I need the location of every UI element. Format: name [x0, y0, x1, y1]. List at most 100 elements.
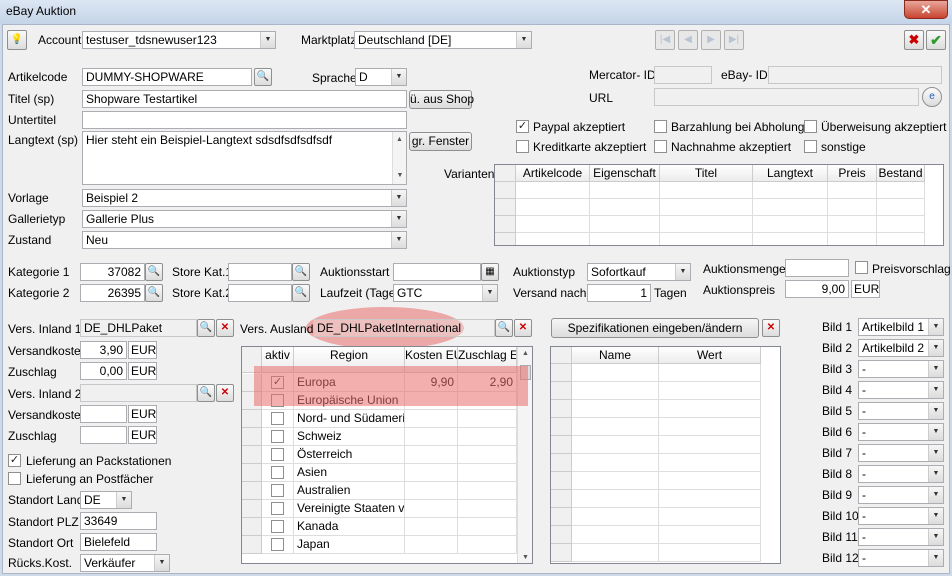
grid-cell[interactable]: [659, 436, 761, 454]
varianten-grid[interactable]: Artikelcode Eigenschaft Titel Langtext Preis…: [494, 164, 944, 246]
image-select[interactable]: - ▼: [858, 465, 944, 483]
row-selector[interactable]: [242, 500, 262, 518]
confirm-icon[interactable]: ✔: [926, 30, 946, 50]
column-header[interactable]: Preis: [828, 165, 877, 182]
region-checkbox[interactable]: [271, 520, 284, 533]
preisvorschlag-checkbox[interactable]: [855, 261, 868, 274]
column-header[interactable]: Eigenschaft: [590, 165, 660, 182]
grid-cell[interactable]: [516, 216, 590, 233]
search-icon[interactable]: 🔍: [145, 284, 163, 302]
image-select[interactable]: - ▼: [858, 381, 944, 399]
region-kosten[interactable]: [405, 464, 458, 482]
laufzeit-select[interactable]: GTC ▼: [393, 284, 498, 302]
image-select[interactable]: - ▼: [858, 507, 944, 525]
inland2-input[interactable]: [80, 384, 197, 402]
grid-cell[interactable]: [828, 216, 877, 233]
row-selector[interactable]: [495, 216, 516, 233]
search-icon[interactable]: 🔍: [495, 319, 513, 337]
auktionstyp-select[interactable]: Sofortkauf ▼: [587, 263, 691, 281]
image-select[interactable]: - ▼: [858, 528, 944, 546]
grid-cell[interactable]: [516, 182, 590, 199]
window-close-button[interactable]: ✕: [904, 0, 948, 19]
standort-ort-input[interactable]: Bielefeld: [80, 533, 157, 551]
column-header[interactable]: Name: [572, 347, 659, 364]
auktionsstart-input[interactable]: [393, 263, 481, 281]
image-select[interactable]: - ▼: [858, 549, 944, 567]
zuschlag2-input[interactable]: [80, 426, 127, 444]
region-zuschlag[interactable]: [458, 446, 517, 464]
grid-cell[interactable]: [660, 233, 753, 245]
langtext-textarea[interactable]: Hier steht ein Beispiel-Langtext sdsdfsd…: [82, 131, 407, 185]
grid-cell[interactable]: [572, 490, 659, 508]
vorlage-select[interactable]: Beispiel 2 ▼: [82, 189, 407, 207]
row-selector[interactable]: [242, 410, 262, 428]
row-selector[interactable]: [551, 472, 572, 490]
grid-cell[interactable]: [659, 490, 761, 508]
grid-cell[interactable]: [516, 199, 590, 216]
column-header[interactable]: Langtext: [753, 165, 828, 182]
store-kat1-input[interactable]: [228, 263, 292, 281]
delete-icon[interactable]: ✕: [216, 319, 234, 337]
region-checkbox[interactable]: [271, 430, 284, 443]
region-zuschlag[interactable]: [458, 428, 517, 446]
account-select[interactable]: testuser_tdsnewuser123 ▼: [82, 31, 276, 49]
grid-cell[interactable]: [572, 364, 659, 382]
region-kosten[interactable]: [405, 446, 458, 464]
grid-cell[interactable]: [660, 216, 753, 233]
row-selector[interactable]: [551, 526, 572, 544]
grid-cell[interactable]: [572, 454, 659, 472]
row-selector[interactable]: [551, 544, 572, 562]
image-select[interactable]: Artikelbild 2 ▼: [858, 339, 944, 357]
grid-cell[interactable]: [659, 382, 761, 400]
grid-cell[interactable]: [660, 182, 753, 199]
region-checkbox[interactable]: [271, 538, 284, 551]
auktionsmenge-input[interactable]: [785, 259, 849, 277]
grid-cell[interactable]: [828, 199, 877, 216]
grid-cell[interactable]: [828, 182, 877, 199]
inland1-input[interactable]: DE_DHLPaket: [80, 319, 197, 337]
standort-land-select[interactable]: DE ▼: [80, 491, 132, 509]
ruecksendekosten-select[interactable]: Verkäufer ▼: [80, 554, 170, 572]
row-selector[interactable]: [551, 382, 572, 400]
browser-icon[interactable]: e: [922, 87, 942, 107]
search-icon[interactable]: 🔍: [292, 263, 310, 281]
row-selector[interactable]: [551, 436, 572, 454]
region-zuschlag[interactable]: [458, 518, 517, 536]
grid-cell[interactable]: [753, 199, 828, 216]
packstation-checkbox[interactable]: ✓: [8, 454, 21, 467]
payment-checkbox[interactable]: [804, 140, 817, 153]
first-record-icon[interactable]: |◀: [655, 30, 675, 50]
table-row-aktiv[interactable]: [262, 500, 294, 518]
prev-record-icon[interactable]: ◀: [678, 30, 698, 50]
region-zuschlag[interactable]: [458, 410, 517, 428]
payment-checkbox[interactable]: ✓: [516, 120, 529, 133]
zuschlag1-input[interactable]: 0,00: [80, 362, 127, 380]
column-header[interactable]: Bestand: [877, 165, 925, 182]
sprache-select[interactable]: D ▼: [355, 68, 407, 86]
payment-checkbox[interactable]: [804, 120, 817, 133]
region-checkbox[interactable]: [271, 412, 284, 425]
grid-cell[interactable]: [828, 233, 877, 245]
search-icon[interactable]: 🔍: [145, 263, 163, 281]
cancel-icon[interactable]: ✖: [904, 30, 924, 50]
region-checkbox[interactable]: [271, 466, 284, 479]
region-kosten[interactable]: [405, 410, 458, 428]
grid-cell[interactable]: [659, 544, 761, 562]
row-selector[interactable]: [551, 490, 572, 508]
region-checkbox[interactable]: [271, 448, 284, 461]
row-selector[interactable]: [495, 233, 516, 245]
column-header[interactable]: Titel: [660, 165, 753, 182]
row-selector[interactable]: [551, 418, 572, 436]
row-selector[interactable]: [551, 400, 572, 418]
untertitel-input[interactable]: [82, 111, 407, 129]
grid-cell[interactable]: [572, 544, 659, 562]
row-selector[interactable]: [242, 428, 262, 446]
table-row-aktiv[interactable]: [262, 410, 294, 428]
marketplace-select[interactable]: Deutschland [DE] ▼: [354, 31, 532, 49]
region-kosten[interactable]: [405, 482, 458, 500]
image-select[interactable]: Artikelbild 1 ▼: [858, 318, 944, 336]
last-record-icon[interactable]: ▶|: [724, 30, 744, 50]
store-kat2-input[interactable]: [228, 284, 292, 302]
artikelcode-input[interactable]: DUMMY-SHOPWARE: [82, 68, 252, 86]
grid-cell[interactable]: [572, 526, 659, 544]
